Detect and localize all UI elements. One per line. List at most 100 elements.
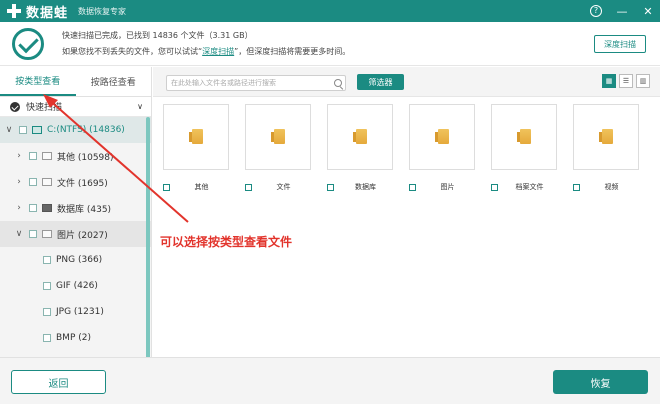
file-thumbnail[interactable] [163,104,229,170]
annotation-text: 可以选择按类型查看文件 [160,235,293,249]
deep-scan-button[interactable]: 深度扫描 [594,35,646,53]
image-icon [42,230,52,238]
tree-item-other[interactable]: › 其他 (10598) [0,143,151,169]
tree-checkbox[interactable] [43,308,51,316]
file-thumbnail[interactable] [409,104,475,170]
file-card-database[interactable]: 数据库 [327,104,393,193]
app-subtitle: 数据恢复专家 [78,6,127,16]
file-checkbox[interactable] [491,183,498,191]
search-placeholder: 在此处输入文件名或路径进行搜索 [171,79,276,87]
folder-icon [435,129,449,144]
file-thumbnail[interactable] [491,104,557,170]
tree-item-images[interactable]: ∨ 图片 (2027) [0,221,151,247]
file-label: 图片 [440,183,455,191]
view-toggle-group: ▦ ☰ ▥ [602,74,650,88]
list-view-icon[interactable]: ☰ [619,74,633,88]
chevron-right-icon[interactable]: › [14,151,24,161]
file-card-images[interactable]: 图片 [409,104,475,193]
file-card-archives[interactable]: 档案文件 [491,104,557,193]
back-button[interactable]: 返回 [11,370,106,394]
tree-item-gif[interactable]: GIF (426) [0,273,151,299]
tree-item-png[interactable]: PNG (366) [0,247,151,273]
tree-item-label: BMP (2) [56,333,91,343]
chevron-right-icon[interactable]: › [14,177,24,187]
tree-item-documents[interactable]: › 文件 (1695) [0,169,151,195]
scan-complete-text: 快速扫描已完成，已找到 14836 个文件（3.31 GB） [62,31,253,40]
check-circle-icon [12,28,44,60]
tree-checkbox[interactable] [43,256,51,264]
close-button[interactable]: ✕ [642,5,654,18]
tree-checkbox[interactable] [19,126,27,134]
tab-by-type[interactable]: 按类型查看 [0,67,76,96]
view-tabs: 按类型查看 按路径查看 [0,67,151,97]
deep-scan-link[interactable]: 深度扫描 [202,47,234,56]
file-label: 其他 [194,183,209,191]
folder-icon [271,129,285,144]
tree-item-drive[interactable]: ∨ C:(NTFS) (14836) [0,117,151,143]
tree-checkbox[interactable] [43,282,51,290]
tree-item-label: 图片 (2027) [57,230,108,241]
file-checkbox[interactable] [409,183,416,191]
file-card-other[interactable]: 其他 [163,104,229,193]
tree-checkbox[interactable] [29,204,37,212]
tree-item-bmp[interactable]: BMP (2) [0,325,151,351]
chevron-down-icon: ∨ [137,102,143,111]
grid-view-icon[interactable]: ▦ [602,74,616,88]
file-checkbox[interactable] [245,183,252,191]
tree-item-label: JPG (1231) [56,307,104,317]
drive-icon [32,126,42,134]
tree-scrollbar[interactable] [146,117,150,372]
app-name: 数据蛙 [26,5,69,21]
file-card-video[interactable]: 视频 [573,104,639,193]
hint-prefix: 如果您找不到丢失的文件，您可以试试“ [62,47,203,56]
tree-item-label: 数据库 (435) [57,204,112,215]
tree-checkbox[interactable] [43,334,51,342]
document-icon [42,178,52,186]
file-thumbnail[interactable] [245,104,311,170]
search-input[interactable]: 在此处输入文件名或路径进行搜索 [166,75,346,91]
quick-scan-dropdown[interactable]: 快速扫描 ∨ [0,97,151,117]
file-checkbox[interactable] [327,183,334,191]
content-toolbar: 在此处输入文件名或路径进行搜索 筛选器 ▦ ☰ ▥ [153,67,660,97]
folder-icon [189,129,203,144]
chevron-right-icon[interactable]: › [14,203,24,213]
filter-button[interactable]: 筛选器 [357,74,404,90]
tree-item-label: C:(NTFS) (14836) [47,125,125,135]
folder-icon [517,129,531,144]
tree-checkbox[interactable] [29,178,37,186]
file-card-documents[interactable]: 文件 [245,104,311,193]
file-label: 数据库 [355,183,376,191]
file-label: 文件 [276,183,291,191]
tree-checkbox[interactable] [29,152,37,160]
file-checkbox[interactable] [573,183,580,191]
search-icon[interactable] [334,79,342,87]
folder-icon [353,129,367,144]
restore-button[interactable]: 恢复 [553,370,648,394]
scan-status-panel: 快速扫描已完成，已找到 14836 个文件（3.31 GB） 如果您找不到丢失的… [0,22,660,66]
tab-by-path[interactable]: 按路径查看 [76,67,152,96]
chevron-down-icon[interactable]: ∨ [14,229,24,239]
left-panel: 按类型查看 按路径查看 快速扫描 ∨ ∨ C:(NTFS) (14836) › … [0,67,152,372]
footer-bar: 返回 恢复 [0,357,660,404]
folder-icon [42,152,52,160]
tree-item-jpg[interactable]: JPG (1231) [0,299,151,325]
detail-view-icon[interactable]: ▥ [636,74,650,88]
tree-item-label: PNG (366) [56,255,103,265]
tree-checkbox[interactable] [29,230,37,238]
title-bar: 数据蛙 数据恢复专家 ? — ✕ [0,0,660,22]
hint-suffix: ”，但深度扫描将需要更多时间。 [234,47,351,56]
file-thumbnail[interactable] [327,104,393,170]
tree-item-label: 其他 (10598) [57,152,114,163]
file-thumbnail[interactable] [573,104,639,170]
chevron-down-icon[interactable]: ∨ [4,125,14,135]
minimize-button[interactable]: — [616,5,628,18]
tree-item-database[interactable]: › 数据库 (435) [0,195,151,221]
help-icon[interactable]: ? [590,5,602,17]
file-label: 档案文件 [515,183,544,191]
tree-item-label: 文件 (1695) [57,178,108,189]
file-grid: 其他 文件 数据库 图片 档案文件 视频 [153,97,660,357]
file-checkbox[interactable] [163,183,170,191]
check-dot-icon [10,101,20,112]
file-label: 视频 [604,183,619,191]
database-icon [42,204,52,212]
